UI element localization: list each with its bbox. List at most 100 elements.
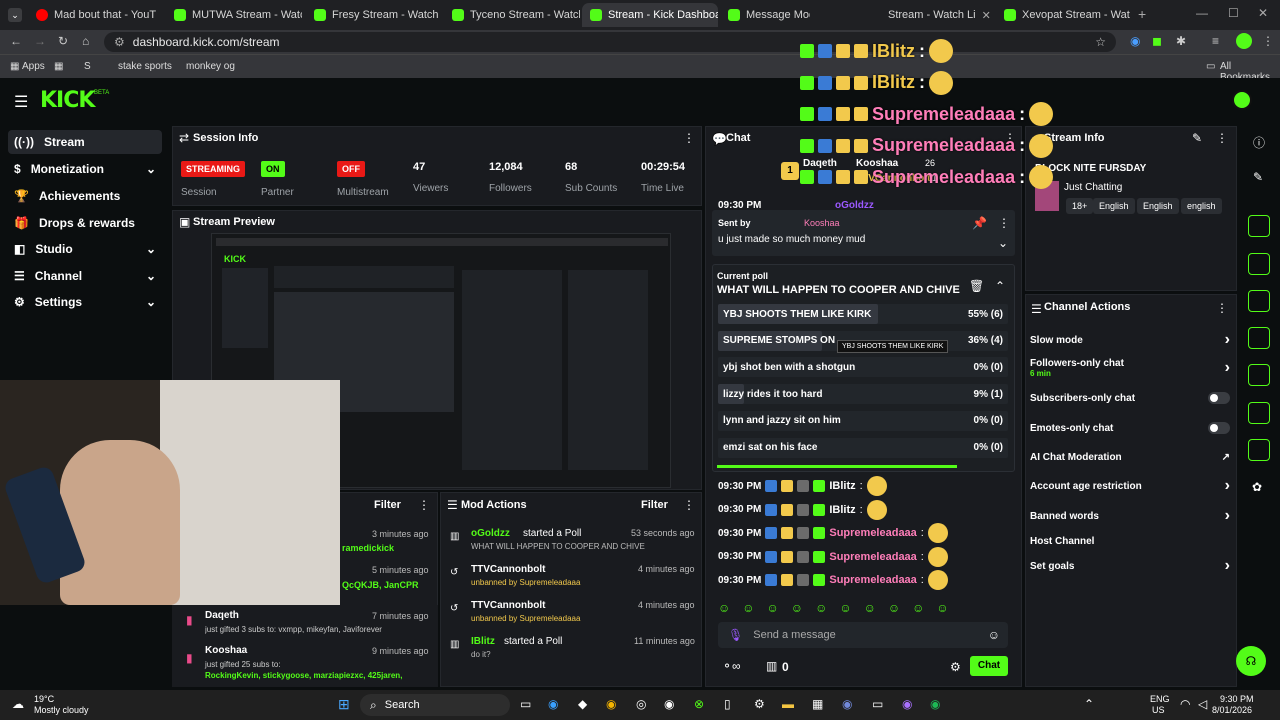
forward-icon[interactable]: → — [34, 34, 46, 48]
chat-send-button[interactable]: Chat — [970, 656, 1008, 676]
channel-action[interactable]: Subscribers-only chat — [1030, 388, 1230, 408]
gifter-name[interactable]: Daqeth — [205, 610, 239, 621]
palette-icon[interactable]: ✿ — [1252, 480, 1262, 494]
emote-icon[interactable]: ☺ — [718, 601, 730, 615]
tab-message-mod[interactable]: Message Moder — [720, 3, 810, 27]
tab-search-icon[interactable]: ⌄ — [8, 8, 22, 22]
app-icon[interactable]: ▭ — [872, 697, 883, 711]
close-icon[interactable]: ✕ — [982, 9, 991, 22]
emoji-icon[interactable]: ☺ — [988, 628, 1000, 642]
emote-icon[interactable]: ☺ — [791, 601, 803, 615]
mod-user[interactable]: TTVCannonbolt — [471, 600, 545, 611]
filter-button[interactable]: Filter — [641, 499, 668, 511]
mod-user[interactable]: IBlitz — [471, 636, 495, 647]
bookmark-stake[interactable]: stake sports — [118, 61, 172, 72]
edit-icon[interactable]: ✎ — [1253, 170, 1263, 184]
emote-icon[interactable]: ☺ — [864, 601, 876, 615]
kick-logo[interactable]: KICK — [40, 88, 95, 113]
bookmark-apps[interactable]: Apps — [22, 61, 45, 72]
spotify-icon[interactable]: ◉ — [930, 697, 940, 711]
poll-option[interactable]: YBJ SHOOTS THEM LIKE KIRK 55% (6) — [718, 304, 1008, 324]
grid-icon[interactable]: ▦ — [54, 61, 63, 72]
settings-icon[interactable]: ⚙ — [754, 697, 765, 711]
chevron-up-icon[interactable]: ⌃ — [995, 279, 1005, 293]
chat-user[interactable]: Supremeleadaaa — [829, 551, 916, 563]
extension-icon[interactable]: ◉ — [1130, 34, 1140, 48]
mod-user[interactable]: oGoldzz — [471, 528, 510, 539]
rail-button[interactable] — [1248, 364, 1270, 386]
tab-mutwa[interactable]: MUTWA Stream - Watch L✕ — [166, 3, 302, 27]
media-icon[interactable]: ≡ — [1212, 34, 1219, 48]
channel-action[interactable]: Host Channel — [1030, 531, 1230, 551]
rail-button[interactable] — [1248, 327, 1270, 349]
date[interactable]: 8/01/2026 — [1212, 705, 1252, 715]
taskbar-search[interactable]: ⌕ Search — [360, 694, 510, 716]
reload-icon[interactable]: ↻ — [58, 34, 68, 48]
more-icon[interactable]: ⋮ — [1216, 301, 1228, 315]
back-icon[interactable]: ← — [10, 34, 22, 48]
home-icon[interactable]: ⌂ — [82, 34, 89, 48]
epic-icon[interactable]: ▯ — [724, 697, 731, 711]
poll-option[interactable]: emzi sat on his face 0% (0) — [718, 437, 1008, 458]
tab-xevopat[interactable]: Xevopat Stream - Watch L✕ — [996, 3, 1130, 27]
sidebar-item-drops[interactable]: 🎁 Drops & rewards — [8, 211, 162, 235]
sidebar-item-settings[interactable]: ⚙ Settings ⌄ — [8, 290, 162, 314]
menu-icon[interactable]: ⋮ — [1262, 34, 1274, 48]
emote-icon[interactable]: ☺ — [888, 601, 900, 615]
more-icon[interactable]: ⋮ — [683, 131, 695, 145]
sidebar-item-stream[interactable]: ((·)) Stream — [8, 130, 162, 154]
poll-option[interactable]: lynn and jazzy sit on him 0% (0) — [718, 410, 1008, 431]
sidebar-item-studio[interactable]: ◧ Studio ⌄ — [8, 237, 162, 261]
emote-icon[interactable]: ☺ — [815, 601, 827, 615]
support-icon[interactable]: ☊ — [1236, 646, 1266, 676]
pin-icon[interactable]: 📌 — [972, 216, 987, 230]
multistream-badge[interactable]: OFF — [337, 161, 365, 177]
channel-action[interactable]: Account age restriction › — [1030, 476, 1230, 496]
infinity-icon[interactable]: ⚬∞ — [722, 659, 741, 673]
profile-avatar[interactable] — [1236, 33, 1252, 49]
clock[interactable]: 9:30 PM — [1220, 694, 1254, 704]
category-name[interactable]: Just Chatting — [1064, 182, 1122, 193]
poll-option[interactable]: ybj shot ben with a shotgun 0% (0) — [718, 357, 1008, 378]
channel-action[interactable]: Slow mode › — [1030, 330, 1230, 350]
rail-button[interactable] — [1248, 439, 1270, 461]
chat-user[interactable]: IBlitz — [829, 480, 855, 492]
more-icon[interactable]: ⋮ — [683, 498, 695, 512]
app-icon[interactable]: ◎ — [636, 697, 646, 711]
apps-icon[interactable]: ▦ — [10, 61, 19, 72]
user-avatar[interactable] — [1232, 90, 1252, 110]
emote-icon[interactable]: ☺ — [742, 601, 754, 615]
filter-button[interactable]: Filter — [374, 499, 401, 511]
channel-action[interactable]: Emotes-only chat — [1030, 418, 1230, 438]
poll-option[interactable]: lizzy rides it too hard 9% (1) — [718, 384, 1008, 405]
app-icon[interactable]: ◆ — [578, 697, 587, 711]
lang[interactable]: US — [1152, 705, 1165, 715]
rail-button[interactable] — [1248, 215, 1270, 237]
gift-icon[interactable]: ▥ — [766, 659, 777, 673]
rail-button[interactable] — [1248, 253, 1270, 275]
channel-action[interactable]: Set goals › — [1030, 556, 1230, 576]
tab-dashboard[interactable]: Stream - Kick Dashboard✕ — [582, 3, 718, 27]
volume-icon[interactable]: ◁ — [1198, 697, 1207, 711]
channel-action[interactable]: AI Chat Moderation ↗ — [1030, 447, 1230, 467]
store-icon[interactable]: ▦ — [812, 697, 823, 711]
bookmark-monkey[interactable]: monkey og — [186, 61, 235, 72]
tab-fresy[interactable]: Fresy Stream - Watch Live✕ — [306, 3, 442, 27]
channel-action[interactable]: Banned words › — [1030, 506, 1230, 526]
window-close-icon[interactable]: ✕ — [1258, 6, 1268, 20]
mod-user[interactable]: TTVCannonbolt — [471, 564, 545, 575]
extension-icon[interactable]: ◼ — [1152, 34, 1162, 48]
sidebar-item-monetization[interactable]: $ Monetization ⌄ — [8, 157, 162, 181]
gear-icon[interactable]: ⚙ — [950, 660, 961, 674]
activity-user[interactable]: QcQKJB, JanCPR — [342, 580, 419, 590]
chat-user[interactable]: Supremeleadaaa — [829, 527, 916, 539]
emote-icon[interactable]: ☺ — [936, 601, 948, 615]
channel-action[interactable]: Followers-only chat 6 min › — [1030, 358, 1230, 378]
hamburger-icon[interactable]: ☰ — [14, 92, 28, 112]
wifi-icon[interactable]: ◠ — [1180, 697, 1190, 711]
emote-icon[interactable]: ☺ — [912, 601, 924, 615]
gifter-name[interactable]: Kooshaa — [205, 645, 247, 656]
app-icon[interactable]: ◉ — [902, 697, 912, 711]
windows-icon[interactable]: ⊞ — [338, 696, 350, 713]
sidebar-item-achievements[interactable]: 🏆 Achievements — [8, 184, 162, 208]
